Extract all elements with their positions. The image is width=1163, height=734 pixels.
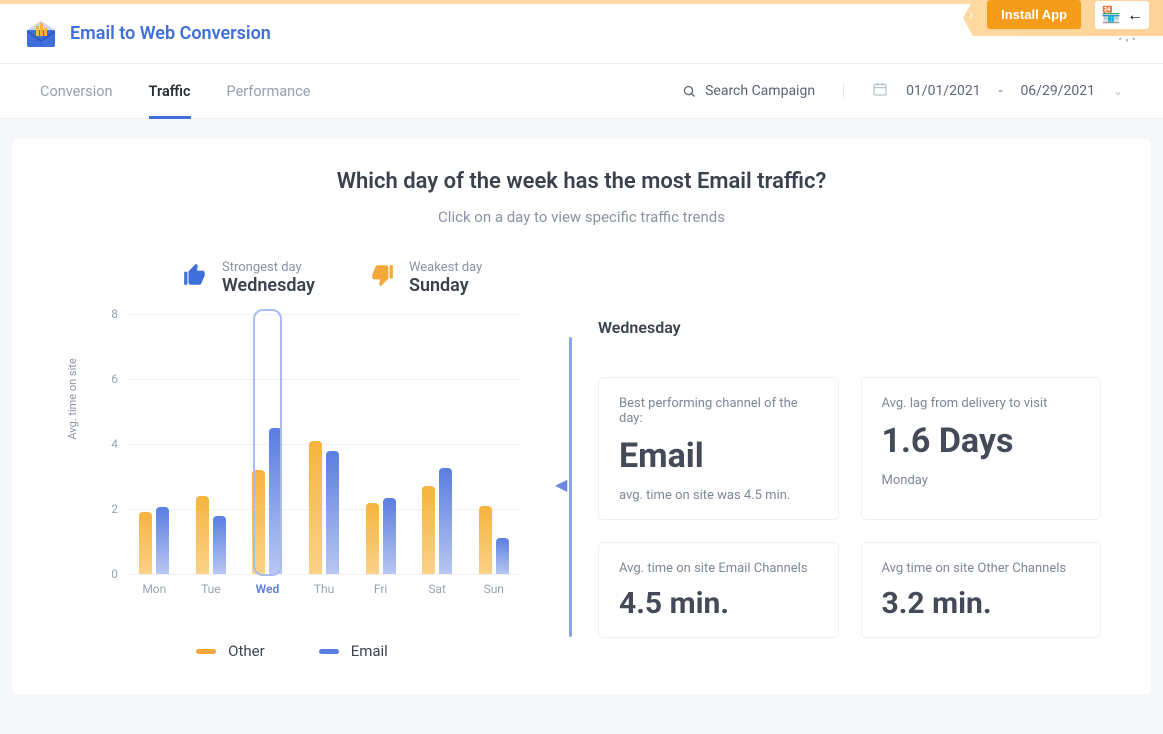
app-logo (24, 21, 58, 47)
metric-label: Avg time on site Other Channels (882, 561, 1081, 576)
strongest-label: Strongest day (222, 260, 315, 275)
bar-group-fri[interactable] (352, 314, 409, 574)
bar-other (196, 496, 209, 574)
card-subtitle: Click on a day to view specific traffic … (52, 208, 1111, 226)
y-tick: 4 (111, 437, 118, 451)
bar-email (156, 507, 169, 574)
legend-other[interactable]: Other (196, 642, 265, 660)
collapse-caret-icon[interactable]: ◀ (555, 475, 567, 494)
tab-performance[interactable]: Performance (227, 64, 311, 119)
chart-legend: Other Email (52, 642, 532, 660)
app-title: Email to Web Conversion (70, 23, 271, 44)
metric-value: 1.6 Days (882, 421, 1081, 461)
day-summary-row: Strongest day Wednesday Weakest day Sund… (182, 260, 1111, 296)
x-label: Tue (183, 582, 240, 596)
metric-sub: avg. time on site was 4.5 min. (619, 488, 818, 503)
bar-email (213, 516, 226, 575)
metric-best-channel: Best performing channel of the day: Emai… (598, 377, 839, 520)
bar-email (496, 538, 509, 574)
bar-group-wed[interactable] (239, 314, 296, 574)
bar-group-mon[interactable] (126, 314, 183, 574)
x-label: Fri (352, 582, 409, 596)
card-title: Which day of the week has the most Email… (52, 169, 1111, 194)
bar-group-thu[interactable] (296, 314, 353, 574)
bar-other (479, 506, 492, 574)
install-app-button[interactable]: Install App (987, 0, 1081, 29)
tab-conversion[interactable]: Conversion (40, 64, 113, 119)
calendar-icon (872, 81, 888, 101)
store-icon[interactable]: 🏪 (1101, 5, 1121, 24)
bar-other (309, 441, 322, 574)
weakest-day: Weakest day Sunday (369, 260, 482, 296)
selected-day-title: Wednesday (598, 318, 1101, 337)
metric-sub: Monday (882, 473, 1081, 488)
tab-traffic[interactable]: Traffic (149, 64, 191, 119)
metric-label: Avg. lag from delivery to visit (882, 396, 1081, 411)
date-from: 01/01/2021 (906, 83, 981, 99)
strongest-value: Wednesday (222, 275, 315, 296)
thumbs-down-icon (369, 262, 395, 294)
metric-label: Avg. time on site Email Channels (619, 561, 818, 576)
bar-other (366, 503, 379, 575)
metric-label: Best performing channel of the day: (619, 396, 818, 426)
x-label: Sun (465, 582, 522, 596)
y-axis-title: Avg. time on site (66, 358, 79, 439)
metric-value: Email (619, 436, 818, 476)
bar-group-tue[interactable] (183, 314, 240, 574)
panel-divider: ◀ (532, 314, 572, 660)
search-label: Search Campaign (705, 83, 815, 99)
bar-group-sat[interactable] (409, 314, 466, 574)
metric-other-time: Avg time on site Other Channels 3.2 min. (861, 542, 1102, 638)
x-label: Mon (126, 582, 183, 596)
legend-email[interactable]: Email (319, 642, 388, 660)
back-arrow-icon[interactable]: ← (1127, 5, 1143, 25)
metric-value: 4.5 min. (619, 586, 818, 621)
x-label: Wed (239, 582, 296, 596)
x-label: Thu (296, 582, 353, 596)
legend-swatch-email (319, 649, 339, 654)
date-to: 06/29/2021 (1020, 83, 1095, 99)
legend-swatch-other (196, 649, 216, 654)
sub-header: Conversion Traffic Performance Search Ca… (0, 64, 1163, 119)
gridline (126, 574, 522, 575)
traffic-bar-chart[interactable]: Avg. time on site 02468 MonTueWedThuFriS… (72, 314, 532, 614)
weakest-label: Weakest day (409, 260, 482, 275)
bar-group-sun[interactable] (465, 314, 522, 574)
bar-other (139, 512, 152, 574)
traffic-card: Which day of the week has the most Email… (12, 139, 1151, 694)
bar-email (383, 498, 396, 574)
y-tick: 2 (111, 502, 118, 516)
weakest-value: Sunday (409, 275, 482, 296)
legend-label-email: Email (351, 642, 388, 660)
bar-email (326, 451, 339, 575)
metric-email-time: Avg. time on site Email Channels 4.5 min… (598, 542, 839, 638)
window-controls: 🏪 ← (1095, 1, 1149, 29)
chevron-right-icon[interactable]: › (969, 7, 973, 23)
bar-other (422, 486, 435, 574)
y-tick: 6 (111, 372, 118, 386)
bar-email (269, 428, 282, 574)
metric-value: 3.2 min. (882, 586, 1081, 621)
y-tick: 8 (111, 307, 118, 321)
date-sep: - (999, 83, 1003, 99)
chevron-down-icon: ⌄ (1113, 84, 1123, 98)
date-range-picker[interactable]: 01/01/2021 - 06/29/2021 ⌄ (872, 81, 1123, 101)
metric-lag: Avg. lag from delivery to visit 1.6 Days… (861, 377, 1102, 520)
search-icon (682, 84, 697, 99)
legend-label-other: Other (228, 642, 265, 660)
app-header: Email to Web Conversion › Install App 🏪 … (0, 4, 1163, 64)
bar-other (252, 470, 265, 574)
x-label: Sat (409, 582, 466, 596)
bar-email (439, 468, 452, 574)
thumbs-up-icon (182, 262, 208, 294)
install-area: › Install App 🏪 ← (969, 0, 1163, 29)
search-campaign[interactable]: Search Campaign (682, 83, 844, 99)
y-tick: 0 (111, 567, 118, 581)
strongest-day: Strongest day Wednesday (182, 260, 315, 296)
tab-bar: Conversion Traffic Performance (40, 64, 310, 119)
